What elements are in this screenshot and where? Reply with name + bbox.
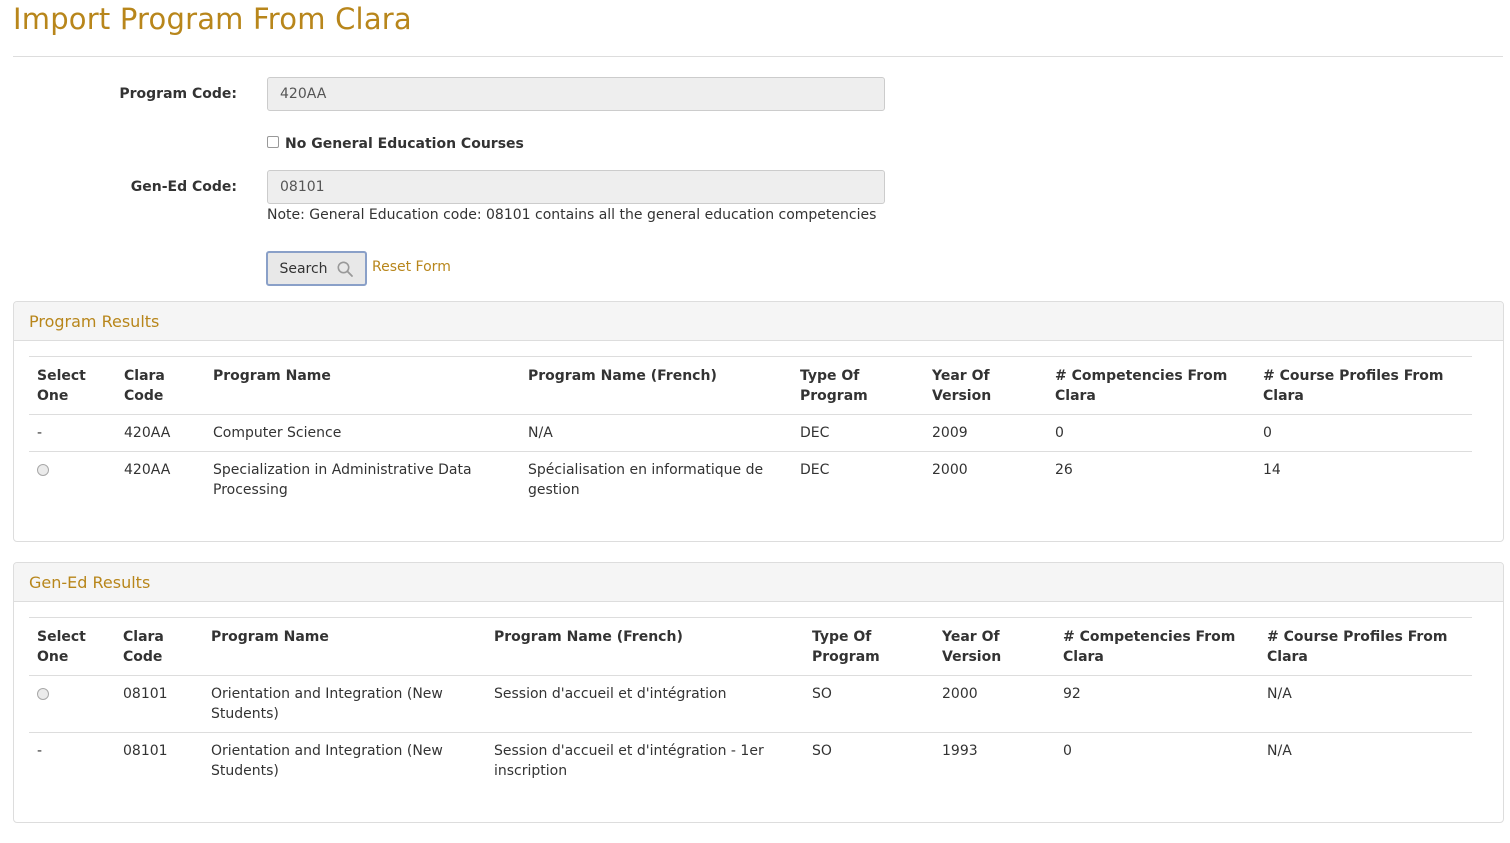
program-results-heading: Program Results bbox=[14, 302, 1503, 341]
year-of-version-cell: 2000 bbox=[934, 675, 1055, 733]
gened-results-heading: Gen-Ed Results bbox=[14, 563, 1503, 602]
program-name-french-cell: N/A bbox=[520, 414, 792, 452]
gened-results-panel: Gen-Ed Results Select One Clara Code Pro… bbox=[13, 562, 1504, 823]
select-radio[interactable] bbox=[37, 688, 49, 700]
program-results-panel: Program Results Select One Clara Code Pr… bbox=[13, 301, 1504, 542]
clara-code-cell: 08101 bbox=[115, 675, 203, 733]
column-header-select-one: Select One bbox=[29, 356, 116, 415]
select-cell bbox=[29, 675, 115, 733]
clara-code-cell: 08101 bbox=[123, 743, 168, 759]
column-header-course-profiles: # Course Profiles From Clara bbox=[1259, 617, 1472, 676]
course-profiles-cell: N/A bbox=[1267, 743, 1292, 759]
column-header-competencies: # Competencies From Clara bbox=[1047, 356, 1255, 415]
clara-code-cell: 420AA bbox=[116, 414, 205, 452]
program-name-cell: Specialization in Administrative Data Pr… bbox=[213, 462, 472, 498]
column-header-program-name-french: Program Name (French) bbox=[520, 356, 792, 415]
program-name-french-cell: Session d'accueil et d'intégration bbox=[486, 675, 804, 733]
search-button[interactable]: Search bbox=[266, 251, 367, 286]
column-header-year-of-version: Year Of Version bbox=[924, 356, 1047, 415]
column-header-clara-code: Clara Code bbox=[116, 356, 205, 415]
select-cell: - bbox=[29, 414, 116, 452]
competencies-cell: 26 bbox=[1055, 462, 1073, 478]
column-header-program-name: Program Name bbox=[205, 356, 520, 415]
select-cell: - bbox=[37, 743, 43, 759]
page-title: Import Program From Clara bbox=[13, 2, 412, 36]
gen-ed-note: Note: General Education code: 08101 cont… bbox=[267, 207, 877, 223]
column-header-type-of-program: Type Of Program bbox=[804, 617, 934, 676]
column-header-select-one: Select One bbox=[29, 617, 115, 676]
gen-ed-code-input[interactable] bbox=[267, 170, 885, 204]
search-icon bbox=[337, 261, 353, 277]
year-of-version-cell: 2000 bbox=[932, 462, 968, 478]
type-of-program-cell: SO bbox=[804, 675, 934, 733]
clara-code-cell: 420AA bbox=[124, 462, 171, 478]
program-name-cell: Orientation and Integration (New Student… bbox=[203, 675, 486, 733]
column-header-program-name-french: Program Name (French) bbox=[486, 617, 804, 676]
column-header-year-of-version: Year Of Version bbox=[934, 617, 1055, 676]
table-header-row: Select One Clara Code Program Name Progr… bbox=[29, 356, 1472, 415]
column-header-course-profiles: # Course Profiles From Clara bbox=[1255, 356, 1472, 415]
competencies-cell: 0 bbox=[1063, 743, 1072, 759]
reset-form-link[interactable]: Reset Form bbox=[372, 259, 451, 275]
table-row: - 420AA Computer Science N/A DEC 2009 0 … bbox=[29, 414, 1472, 452]
course-profiles-cell: 14 bbox=[1263, 462, 1281, 478]
gened-results-table: Select One Clara Code Program Name Progr… bbox=[29, 617, 1472, 789]
program-name-french-cell: Spécialisation en informatique de gestio… bbox=[528, 462, 764, 498]
type-of-program-cell: DEC bbox=[792, 414, 924, 452]
select-cell bbox=[29, 452, 116, 509]
competencies-cell: 0 bbox=[1047, 414, 1255, 452]
no-gen-ed-checkbox-row[interactable]: No General Education Courses bbox=[267, 136, 524, 152]
program-name-french-cell: Session d'accueil et d'intégration - 1er… bbox=[494, 743, 764, 779]
year-of-version-cell: 2009 bbox=[924, 414, 1047, 452]
column-header-type-of-program: Type Of Program bbox=[792, 356, 924, 415]
program-code-label: Program Code: bbox=[119, 86, 237, 102]
column-header-program-name: Program Name bbox=[203, 617, 486, 676]
program-code-input[interactable] bbox=[267, 77, 885, 111]
type-of-program-cell: DEC bbox=[800, 462, 830, 478]
course-profiles-cell: N/A bbox=[1259, 675, 1472, 733]
program-name-cell: Orientation and Integration (New Student… bbox=[211, 743, 443, 779]
gen-ed-code-label: Gen-Ed Code: bbox=[130, 179, 237, 195]
column-header-clara-code: Clara Code bbox=[115, 617, 203, 676]
table-header-row: Select One Clara Code Program Name Progr… bbox=[29, 617, 1472, 676]
no-gen-ed-checkbox-label: No General Education Courses bbox=[285, 136, 524, 152]
column-header-competencies: # Competencies From Clara bbox=[1055, 617, 1259, 676]
table-row: 420AA Specialization in Administrative D… bbox=[29, 452, 1472, 509]
table-row: - 08101 Orientation and Integration (New… bbox=[29, 733, 1472, 790]
search-button-label: Search bbox=[279, 260, 328, 277]
no-gen-ed-checkbox[interactable] bbox=[267, 136, 279, 148]
title-divider bbox=[13, 56, 1503, 57]
program-results-table: Select One Clara Code Program Name Progr… bbox=[29, 356, 1472, 508]
select-radio[interactable] bbox=[37, 464, 49, 476]
program-name-cell: Computer Science bbox=[205, 414, 520, 452]
course-profiles-cell: 0 bbox=[1255, 414, 1472, 452]
competencies-cell: 92 bbox=[1055, 675, 1259, 733]
table-row: 08101 Orientation and Integration (New S… bbox=[29, 675, 1472, 733]
year-of-version-cell: 1993 bbox=[942, 743, 978, 759]
type-of-program-cell: SO bbox=[812, 743, 832, 759]
